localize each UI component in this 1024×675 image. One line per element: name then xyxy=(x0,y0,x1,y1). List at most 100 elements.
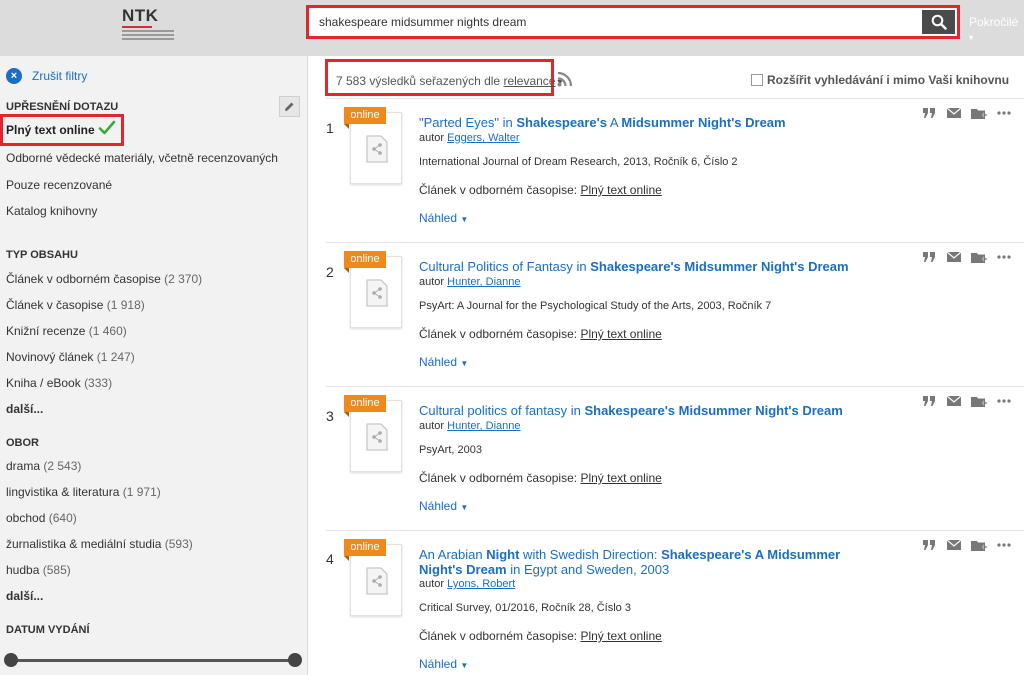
filter-label: Plný text online xyxy=(6,123,95,137)
refine-heading: UPŘESNĚNÍ DOTAZU xyxy=(6,101,119,113)
result-title-link[interactable]: "Parted Eyes" in Shakespeare's A Midsumm… xyxy=(419,115,849,130)
refine-item-scholarly[interactable]: Odborné vědecké materiály, včetně recenz… xyxy=(6,151,278,165)
content-type-item[interactable]: Novinový článek (1 247) xyxy=(6,350,135,364)
cite-quote-icon[interactable] xyxy=(918,394,939,408)
result-actions xyxy=(918,250,1018,264)
more-options-icon[interactable] xyxy=(993,394,1014,408)
preview-toggle[interactable]: Náhled ▼ xyxy=(419,211,468,225)
date-slider-start-handle[interactable] xyxy=(4,653,18,667)
more-options-icon[interactable] xyxy=(993,538,1014,552)
result-item: 3 online Cultural politics of fantasy in… xyxy=(325,386,1024,530)
result-author: autor Hunter, Dianne xyxy=(419,276,521,288)
result-source: PsyArt: A Journal for the Psychological … xyxy=(419,300,772,312)
result-author: autor Lyons, Robert xyxy=(419,578,516,590)
logo-text: NTK xyxy=(122,6,159,25)
author-link[interactable]: Eggers, Walter xyxy=(447,132,519,144)
search-icon xyxy=(931,14,947,30)
field-item[interactable]: lingvistika & literatura (1 971) xyxy=(6,485,161,499)
author-link[interactable]: Hunter, Dianne xyxy=(447,420,520,432)
search-box xyxy=(306,5,960,39)
email-icon[interactable] xyxy=(943,538,964,552)
save-to-folder-icon[interactable] xyxy=(968,106,989,120)
content-type-item[interactable]: Kniha / eBook (333) xyxy=(6,376,112,390)
author-link[interactable]: Lyons, Robert xyxy=(447,578,515,590)
online-badge: online xyxy=(344,251,386,273)
online-badge: online xyxy=(344,107,386,129)
field-item[interactable]: žurnalistika & mediální studia (593) xyxy=(6,537,193,551)
save-to-folder-icon[interactable] xyxy=(968,538,989,552)
result-availability: Článek v odborném časopise: Plný text on… xyxy=(419,183,662,197)
full-text-link[interactable]: Plný text online xyxy=(580,629,661,643)
content-type-item[interactable]: Knižní recenze (1 460) xyxy=(6,324,127,338)
result-title-link[interactable]: Cultural politics of fantasy in Shakespe… xyxy=(419,403,849,418)
content-type-more-link[interactable]: další... xyxy=(6,402,43,416)
pencil-icon xyxy=(285,102,294,111)
header: NTK Pokročilé ▾ xyxy=(0,0,1024,56)
result-actions xyxy=(918,106,1018,120)
sort-dropdown[interactable]: relevance xyxy=(503,74,555,88)
result-author: autor Eggers, Walter xyxy=(419,132,520,144)
save-to-folder-icon[interactable] xyxy=(968,250,989,264)
content-type-item[interactable]: Článek v časopise (1 918) xyxy=(6,298,145,312)
full-text-link[interactable]: Plný text online xyxy=(580,327,661,341)
ntk-logo[interactable]: NTK xyxy=(118,5,178,40)
result-number: 1 xyxy=(326,120,334,136)
preview-toggle[interactable]: Náhled ▼ xyxy=(419,355,468,369)
result-number: 3 xyxy=(326,408,334,424)
result-actions xyxy=(918,538,1018,552)
date-slider-track[interactable] xyxy=(10,659,294,662)
document-icon xyxy=(366,279,388,307)
expand-search-checkbox[interactable] xyxy=(751,74,763,86)
active-filter-full-text-online[interactable]: Plný text online xyxy=(0,114,124,146)
preview-toggle[interactable]: Náhled ▼ xyxy=(419,657,468,671)
full-text-link[interactable]: Plný text online xyxy=(580,183,661,197)
expand-search-option[interactable]: Rozšířit vyhledávání i mimo Vaši knihovn… xyxy=(751,73,1009,87)
refine-item-peer-reviewed[interactable]: Pouze recenzované xyxy=(6,178,112,192)
close-icon: × xyxy=(6,68,22,84)
content-type-heading: TYP OBSAHU xyxy=(6,249,78,261)
result-actions xyxy=(918,394,1018,408)
date-slider-end-handle[interactable] xyxy=(288,653,302,667)
save-to-folder-icon[interactable] xyxy=(968,394,989,408)
full-text-link[interactable]: Plný text online xyxy=(580,471,661,485)
field-item[interactable]: drama (2 543) xyxy=(6,459,81,473)
cite-quote-icon[interactable] xyxy=(918,106,939,120)
field-more-link[interactable]: další... xyxy=(6,589,43,603)
more-options-icon[interactable] xyxy=(993,250,1014,264)
result-title-link[interactable]: An Arabian Night with Swedish Direction:… xyxy=(419,547,849,577)
email-icon[interactable] xyxy=(943,106,964,120)
field-item[interactable]: obchod (640) xyxy=(6,511,77,525)
result-number: 2 xyxy=(326,264,334,280)
result-availability: Článek v odborném časopise: Plný text on… xyxy=(419,629,662,643)
checkmark-icon xyxy=(98,120,116,135)
content-type-item[interactable]: Článek v odborném časopise (2 370) xyxy=(6,272,202,286)
document-icon xyxy=(366,567,388,595)
search-input[interactable] xyxy=(313,11,923,33)
result-item: 2 online Cultural Politics of Fantasy in… xyxy=(325,242,1024,386)
expand-search-label: Rozšířit vyhledávání i mimo Vaši knihovn… xyxy=(767,73,1010,87)
edit-refine-button[interactable] xyxy=(279,96,300,117)
field-heading: OBOR xyxy=(6,437,39,449)
search-button[interactable] xyxy=(922,10,955,34)
result-availability: Článek v odborném časopise: Plný text on… xyxy=(419,327,662,341)
more-options-icon[interactable] xyxy=(993,106,1014,120)
online-badge: online xyxy=(344,395,386,417)
advanced-search-link[interactable]: Pokročilé ▾ xyxy=(969,15,1024,43)
refine-item-library-catalog[interactable]: Katalog knihovny xyxy=(6,204,97,218)
sidebar: × Zrušit filtry UPŘESNĚNÍ DOTAZU Plný te… xyxy=(0,56,308,675)
cite-quote-icon[interactable] xyxy=(918,250,939,264)
result-title-link[interactable]: Cultural Politics of Fantasy in Shakespe… xyxy=(419,259,849,274)
email-icon[interactable] xyxy=(943,394,964,408)
rss-icon[interactable] xyxy=(556,70,574,88)
email-icon[interactable] xyxy=(943,250,964,264)
results-count: 7 583 výsledků seřazených dle relevance▼ xyxy=(336,74,565,88)
cancel-filters-button[interactable]: × Zrušit filtry xyxy=(6,68,87,84)
result-availability: Článek v odborném časopise: Plný text on… xyxy=(419,471,662,485)
field-item[interactable]: hudba (585) xyxy=(6,563,71,577)
preview-toggle[interactable]: Náhled ▼ xyxy=(419,499,468,513)
result-source: International Journal of Dream Research,… xyxy=(419,156,738,168)
result-item: 1 online "Parted Eyes" in Shakespeare's … xyxy=(325,98,1024,242)
result-source: PsyArt, 2003 xyxy=(419,444,482,456)
author-link[interactable]: Hunter, Dianne xyxy=(447,276,520,288)
cite-quote-icon[interactable] xyxy=(918,538,939,552)
